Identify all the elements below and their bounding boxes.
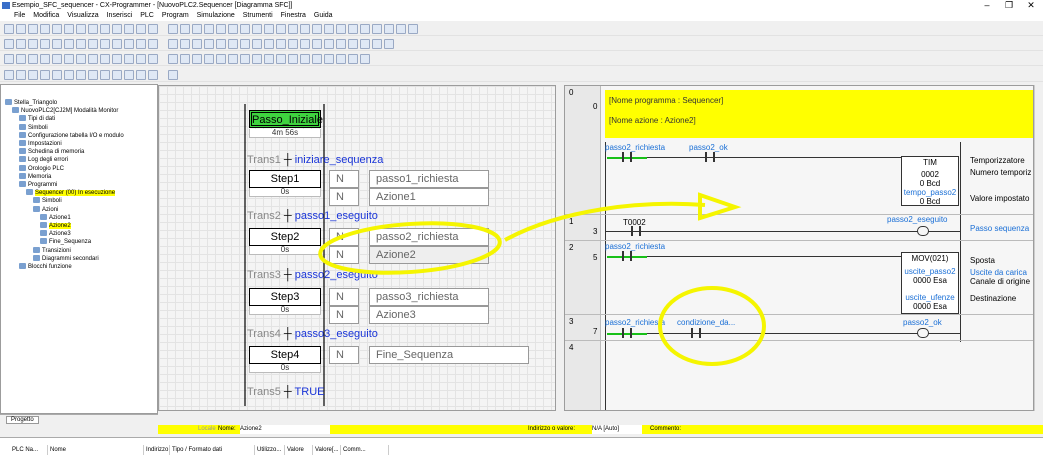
status-address-field[interactable]: N/A [Auto] xyxy=(592,425,642,434)
status-name-label: Nome: xyxy=(218,426,236,432)
status-bar: Locale Nome: Azione2 Indirizzo o valore:… xyxy=(158,425,1043,434)
yellow-annotation xyxy=(318,192,766,366)
column-header[interactable]: Nome xyxy=(48,445,144,455)
column-header[interactable]: Valore[... xyxy=(313,445,341,455)
status-locale: Locale xyxy=(198,426,216,432)
watch-window[interactable]: PLC Na... Nome Indirizzo Tipo / Formato dat… xyxy=(0,437,1043,476)
column-header[interactable]: Comm... xyxy=(341,445,389,455)
status-comment-label: Commento: xyxy=(650,426,682,432)
column-header[interactable]: PLC Na... xyxy=(10,445,48,455)
column-header[interactable]: Utilizzo... xyxy=(255,445,285,455)
column-header[interactable]: Tipo / Formato dati xyxy=(170,445,255,455)
status-address-label: Indirizzo o valore: xyxy=(528,426,576,432)
column-header[interactable]: Valore xyxy=(285,445,313,455)
column-header[interactable]: Indirizzo xyxy=(144,445,170,455)
status-name-field[interactable]: Azione2 xyxy=(240,425,330,434)
